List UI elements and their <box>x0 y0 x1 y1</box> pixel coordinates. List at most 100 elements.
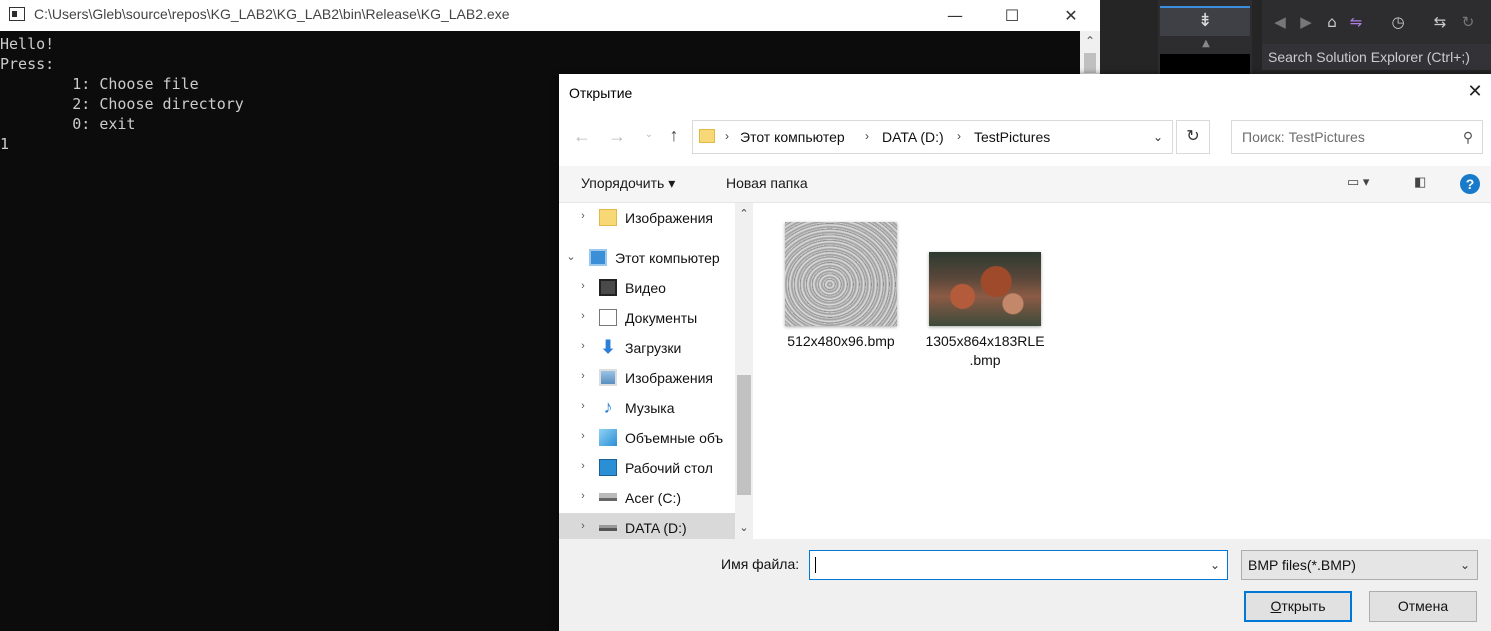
tree-item-drive-d[interactable]: › DATA (D:) <box>559 513 735 539</box>
3d-objects-icon <box>599 429 617 446</box>
address-bar[interactable]: › Этот компьютер › DATA (D:) › TestPictu… <box>692 120 1173 154</box>
open-button-label: ткрыть <box>1281 598 1326 614</box>
filename-input[interactable] <box>814 551 1204 579</box>
chevron-right-icon[interactable]: › <box>577 430 589 442</box>
chevron-down-icon[interactable]: ⌄ <box>565 250 577 263</box>
video-icon <box>599 279 617 296</box>
home-icon[interactable]: ⌂ <box>1322 12 1342 32</box>
vs-split-icon[interactable]: ⇟ <box>1160 6 1250 36</box>
tree-item-documents[interactable]: › Документы <box>559 303 735 333</box>
switch-icon[interactable]: ⇆ <box>1430 12 1450 32</box>
console-titlebar[interactable]: C:\Users\Gleb\source\repos\KG_LAB2\KG_LA… <box>0 0 1100 31</box>
breadcrumb-drive[interactable]: DATA (D:) <box>882 129 944 145</box>
chevron-down-icon[interactable]: ⌄ <box>1458 558 1472 572</box>
close-button[interactable]: ✕ <box>1048 0 1094 31</box>
text-caret <box>815 557 816 573</box>
maximize-button[interactable]: ☐ <box>989 0 1035 31</box>
chevron-right-icon[interactable]: › <box>577 520 589 532</box>
chevron-right-icon[interactable]: › <box>577 340 589 352</box>
console-line: Press: <box>0 55 55 73</box>
back-arrow-icon[interactable]: ← <box>571 126 593 148</box>
open-button[interactable]: Открыть <box>1244 591 1352 622</box>
tree-item-label: Изображения <box>625 370 713 386</box>
tree-item-pictures[interactable]: › Изображения <box>559 363 735 393</box>
file-name-extension: .bmp <box>969 352 1001 368</box>
tree-scrollbar[interactable]: ⌃ ⌄ <box>735 203 753 539</box>
filetype-select[interactable]: BMP files(*.BMP) ⌄ <box>1241 550 1478 580</box>
console-app-icon <box>9 7 25 21</box>
help-icon[interactable]: ? <box>1460 174 1480 194</box>
computer-icon <box>589 249 607 266</box>
forward-icon[interactable]: ▶ <box>1296 12 1316 32</box>
preview-pane-icon[interactable]: ◧ <box>1414 174 1436 194</box>
new-folder-button[interactable]: Новая папка <box>726 175 808 191</box>
chevron-right-icon[interactable]: › <box>577 400 589 412</box>
tree-item-desktop[interactable]: › Рабочий стол <box>559 453 735 483</box>
search-box[interactable]: ⚲ <box>1231 120 1483 154</box>
drive-icon <box>599 493 617 501</box>
tree-item-label: Этот компьютер <box>615 250 720 266</box>
scroll-thumb[interactable] <box>1084 53 1096 73</box>
tree-item-drive-c[interactable]: › Acer (C:) <box>559 483 735 513</box>
close-icon[interactable]: ✕ <box>1465 81 1485 101</box>
file-name: 512x480x96.bmp <box>787 333 895 349</box>
tree-item-video[interactable]: › Видео <box>559 273 735 303</box>
tree-item-label: Acer (C:) <box>625 490 681 506</box>
history-icon[interactable]: ◷ <box>1388 12 1408 32</box>
search-input[interactable] <box>1242 121 1452 153</box>
organize-button[interactable]: Упорядочить ▾ <box>581 175 675 192</box>
music-icon: ♪ <box>603 397 613 417</box>
breadcrumb-computer[interactable]: Этот компьютер <box>740 129 845 145</box>
minimize-button[interactable]: — <box>932 0 978 31</box>
breadcrumb-folder[interactable]: TestPictures <box>974 129 1050 145</box>
dialog-footer: Имя файла: ⌄ BMP files(*.BMP) ⌄ Открыть … <box>559 539 1491 631</box>
refresh-icon[interactable]: ↻ <box>1458 12 1478 32</box>
pictures-icon <box>599 369 617 386</box>
back-icon[interactable]: ◀ <box>1270 12 1290 32</box>
dialog-title: Открытие <box>569 85 633 101</box>
console-title: C:\Users\Gleb\source\repos\KG_LAB2\KG_LA… <box>34 6 510 22</box>
console-scrollbar[interactable]: ⌃ <box>1080 31 1100 75</box>
folder-icon <box>599 209 617 226</box>
chevron-right-icon[interactable]: › <box>865 129 869 143</box>
chevron-right-icon[interactable]: › <box>577 370 589 382</box>
tree-item-3d-objects[interactable]: › Объемные объ <box>559 423 735 453</box>
chevron-right-icon[interactable]: › <box>577 460 589 472</box>
navigation-tree[interactable]: › Изображения ⌄ Этот компьютер › Видео ›… <box>559 203 735 539</box>
tree-item-pictures-quick[interactable]: › Изображения <box>559 203 735 233</box>
recent-locations-icon[interactable]: ⌄ <box>643 129 655 141</box>
tree-item-this-pc[interactable]: ⌄ Этот компьютер <box>559 243 735 273</box>
chevron-up-icon[interactable]: ⌃ <box>735 207 753 220</box>
refresh-icon[interactable]: ↻ <box>1176 120 1210 154</box>
file-item[interactable]: 1305x864x183RLE .bmp <box>925 222 1045 370</box>
scroll-thumb[interactable] <box>737 375 751 495</box>
vs-collapse-icon[interactable]: ▲ <box>1196 38 1216 50</box>
vs-toolbar: ◀ ▶ ⌂ ⇋ ◷ ⇆ ↻ <box>1262 0 1491 44</box>
filename-combobox[interactable]: ⌄ <box>809 550 1228 580</box>
scroll-up-icon[interactable]: ⌃ <box>1080 34 1100 48</box>
chevron-right-icon[interactable]: › <box>577 210 589 222</box>
tree-item-music[interactable]: › ♪ Музыка <box>559 393 735 423</box>
chevron-right-icon[interactable]: › <box>957 129 961 143</box>
tree-item-downloads[interactable]: › ⬇ Загрузки <box>559 333 735 363</box>
command-bar: Упорядочить ▾ Новая папка ▭ ▾ ◧ ? <box>559 166 1491 203</box>
chevron-down-icon[interactable]: ⌄ <box>1151 130 1165 144</box>
sync-icon[interactable]: ⇋ <box>1346 12 1366 32</box>
chevron-down-icon[interactable]: ⌄ <box>735 521 753 534</box>
chevron-right-icon[interactable]: › <box>577 490 589 502</box>
downloads-icon: ⬇ <box>600 337 616 357</box>
chevron-right-icon[interactable]: › <box>577 280 589 292</box>
search-icon[interactable]: ⚲ <box>1460 129 1476 145</box>
tree-item-label: Документы <box>625 310 698 326</box>
chevron-right-icon[interactable]: › <box>577 310 589 322</box>
forward-arrow-icon[interactable]: → <box>606 126 628 148</box>
vs-preview <box>1160 54 1250 75</box>
view-options-icon[interactable]: ▭ ▾ <box>1347 174 1387 194</box>
vs-search-input[interactable]: Search Solution Explorer (Ctrl+;) <box>1262 44 1491 70</box>
cancel-button[interactable]: Отмена <box>1369 591 1477 622</box>
chevron-down-icon[interactable]: ⌄ <box>1208 558 1222 572</box>
up-arrow-icon[interactable]: ↑ <box>663 125 685 147</box>
file-item[interactable]: 512x480x96.bmp <box>781 222 901 351</box>
filetype-value: BMP files(*.BMP) <box>1248 557 1356 573</box>
chevron-right-icon[interactable]: › <box>725 129 729 143</box>
